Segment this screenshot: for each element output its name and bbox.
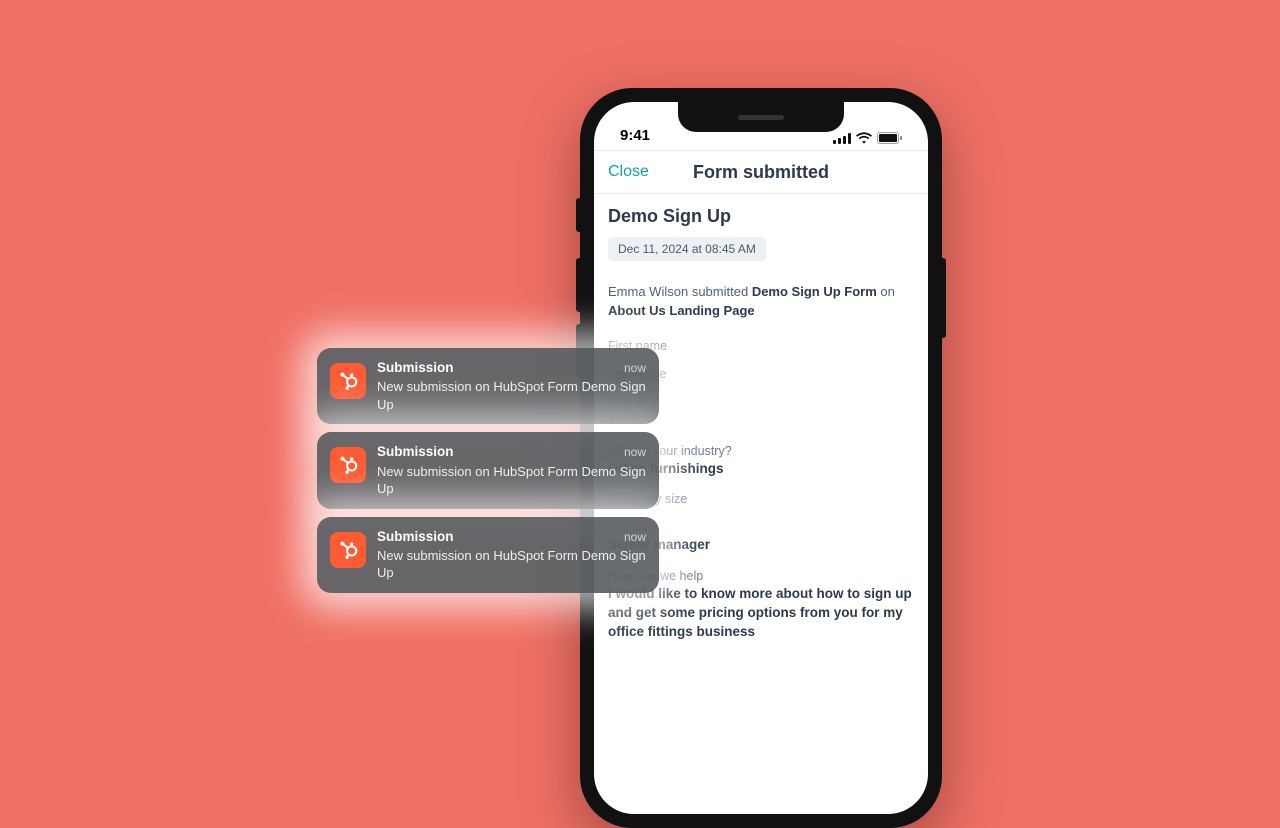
close-button[interactable]: Close [594, 163, 649, 181]
hubspot-icon [330, 532, 366, 568]
status-time: 9:41 [620, 127, 650, 144]
notification-time: now [624, 529, 646, 545]
hubspot-icon [330, 363, 366, 399]
submission-summary: Emma Wilson submitted Demo Sign Up Form … [608, 283, 914, 321]
submission-timestamp: Dec 11, 2024 at 08:45 AM [608, 237, 766, 261]
phone-notch [678, 102, 844, 132]
nav-header: Close Form submitted [594, 150, 928, 194]
notification-title: Submission [377, 528, 454, 546]
status-icons [833, 132, 902, 144]
hubspot-icon [330, 447, 366, 483]
notification-stack: Submission now New submission on HubSpot… [317, 348, 659, 593]
form-name: Demo Sign Up [608, 206, 914, 227]
field-value: I would like to know more about how to s… [608, 585, 914, 642]
notification-message: New submission on HubSpot Form Demo Sign… [377, 378, 646, 413]
notification[interactable]: Submission now New submission on HubSpot… [317, 432, 659, 508]
notification[interactable]: Submission now New submission on HubSpot… [317, 517, 659, 593]
submitter-name: Emma Wilson [608, 284, 688, 299]
wifi-icon [856, 132, 872, 144]
notification-time: now [624, 360, 646, 376]
submitted-form-name: Demo Sign Up Form [752, 284, 877, 299]
notification-time: now [624, 444, 646, 460]
battery-icon [877, 132, 902, 144]
submitted-page: About Us Landing Page [608, 303, 755, 318]
notification[interactable]: Submission now New submission on HubSpot… [317, 348, 659, 424]
notification-message: New submission on HubSpot Form Demo Sign… [377, 463, 646, 498]
notification-message: New submission on HubSpot Form Demo Sign… [377, 547, 646, 582]
cellular-icon [833, 133, 851, 144]
notification-title: Submission [377, 359, 454, 377]
notification-title: Submission [377, 443, 454, 461]
